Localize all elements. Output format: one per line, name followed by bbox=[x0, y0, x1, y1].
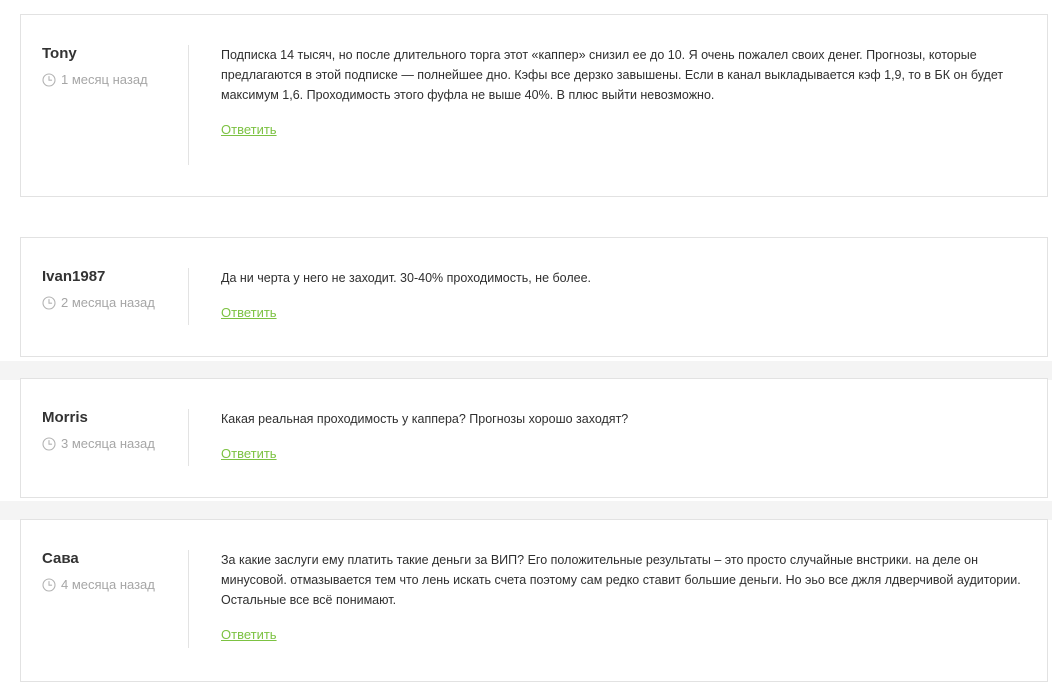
comments-page: Tony 1 месяц назад Подписка 14 тысяч, но… bbox=[0, 0, 1052, 698]
comment-timestamp: 2 месяца назад bbox=[42, 295, 187, 311]
comment-card: Ivan1987 2 месяца назад Да ни черта у не… bbox=[20, 237, 1048, 357]
author-name: Tony bbox=[42, 45, 77, 62]
reply-link[interactable]: Ответить bbox=[221, 305, 277, 321]
timestamp-text: 4 месяца назад bbox=[61, 577, 155, 592]
reply-link[interactable]: Ответить bbox=[221, 122, 277, 138]
timestamp-text: 3 месяца назад bbox=[61, 436, 155, 451]
comment-text: За какие заслуги ему платить такие деньг… bbox=[221, 553, 1021, 607]
comment-divider bbox=[188, 550, 189, 648]
comment-card: Tony 1 месяц назад Подписка 14 тысяч, но… bbox=[20, 14, 1048, 197]
comment-body: За какие заслуги ему платить такие деньг… bbox=[221, 550, 1021, 644]
comment-timestamp: 4 месяца назад bbox=[42, 577, 187, 593]
comment-divider bbox=[188, 409, 189, 466]
comment-body: Да ни черта у него не заходит. 30-40% пр… bbox=[221, 268, 1021, 322]
clock-icon bbox=[42, 73, 56, 87]
comment-text: Да ни черта у него не заходит. 30-40% пр… bbox=[221, 271, 592, 285]
comment-timestamp: 1 месяц назад bbox=[42, 72, 187, 88]
comment-text: Какая реальная проходимость у каппера? П… bbox=[221, 412, 629, 426]
timestamp-text: 2 месяца назад bbox=[61, 295, 155, 310]
clock-icon bbox=[42, 437, 56, 451]
reply-link[interactable]: Ответить bbox=[221, 446, 277, 462]
author-name: Morris bbox=[42, 409, 88, 426]
timestamp-text: 1 месяц назад bbox=[61, 72, 148, 87]
comment-divider bbox=[188, 268, 189, 325]
comment-author-block: Ivan1987 2 месяца назад bbox=[42, 268, 187, 311]
comment-body: Подписка 14 тысяч, но после длительного … bbox=[221, 45, 1021, 139]
comment-body: Какая реальная проходимость у каппера? П… bbox=[221, 409, 1021, 463]
separator-band bbox=[0, 501, 1052, 520]
clock-icon bbox=[42, 296, 56, 310]
author-name: Сава bbox=[42, 550, 79, 567]
comment-author-block: Tony 1 месяц назад bbox=[42, 45, 187, 88]
comment-author-block: Morris 3 месяца назад bbox=[42, 409, 187, 452]
comment-card: Сава 4 месяца назад За какие заслуги ему… bbox=[20, 519, 1048, 682]
comment-author-block: Сава 4 месяца назад bbox=[42, 550, 187, 593]
reply-link[interactable]: Ответить bbox=[221, 627, 277, 643]
comment-text: Подписка 14 тысяч, но после длительного … bbox=[221, 48, 1004, 102]
comment-divider bbox=[188, 45, 189, 165]
clock-icon bbox=[42, 578, 56, 592]
comment-card: Morris 3 месяца назад Какая реальная про… bbox=[20, 378, 1048, 498]
author-name: Ivan1987 bbox=[42, 268, 106, 285]
comment-timestamp: 3 месяца назад bbox=[42, 436, 187, 452]
